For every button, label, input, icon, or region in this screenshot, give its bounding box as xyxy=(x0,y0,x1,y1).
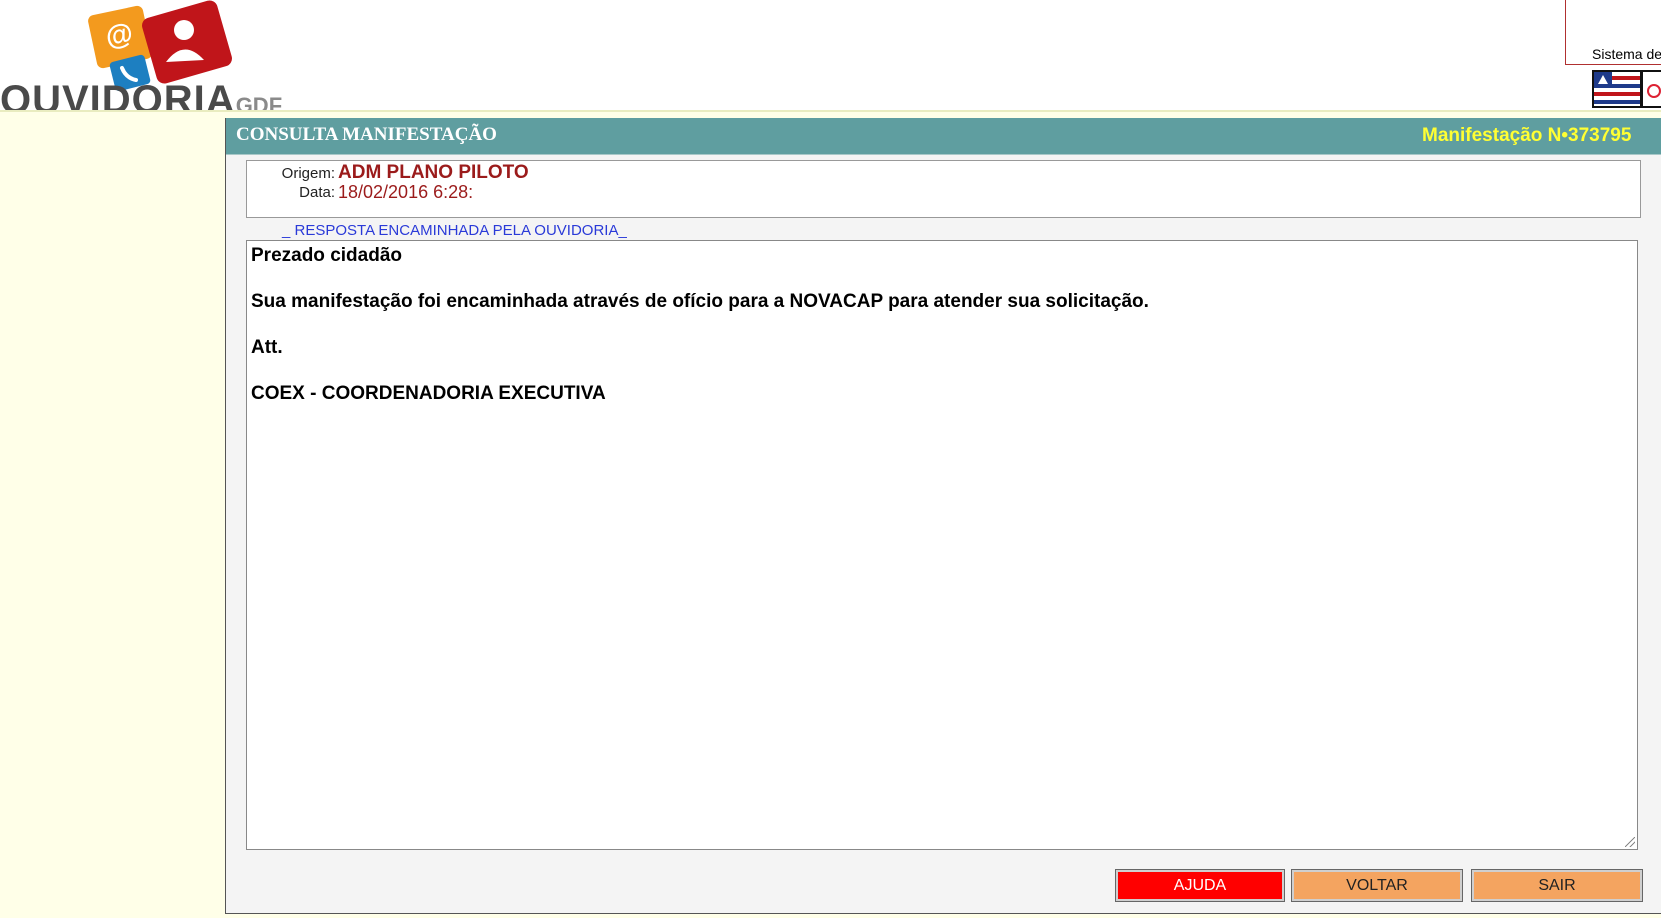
resize-grip-icon[interactable] xyxy=(1625,837,1635,847)
header-divider xyxy=(0,110,1661,112)
consulta-panel: CONSULTA MANIFESTAÇÃO Manifestação N•373… xyxy=(225,118,1661,914)
exit-button[interactable]: SAIR xyxy=(1471,869,1643,902)
bahia-flag-icon[interactable] xyxy=(1592,70,1642,108)
info-box: Origem: ADM PLANO PILOTO Data: 18/02/201… xyxy=(246,160,1641,218)
page-title: CONSULTA MANIFESTAÇÃO xyxy=(236,124,497,145)
secondary-flag-icon[interactable] xyxy=(1641,70,1661,108)
logo-text: OUVIDORIA xyxy=(0,78,236,110)
logo-suffix: GDF xyxy=(235,93,283,110)
top-banner: @ OUVIDORIAGDF Sistema de xyxy=(0,0,1661,110)
response-line: Sua manifestação foi encaminhada através… xyxy=(251,291,1149,312)
ouvidoria-logo: @ OUVIDORIAGDF xyxy=(0,0,300,110)
response-line: Prezado cidadão xyxy=(251,245,402,266)
origem-value: ADM PLANO PILOTO xyxy=(338,162,529,183)
panel-header: CONSULTA MANIFESTAÇÃO Manifestação N•373… xyxy=(226,118,1661,155)
back-button[interactable]: VOLTAR xyxy=(1291,869,1463,902)
system-label: Sistema de xyxy=(1592,46,1661,62)
response-line: COEX - COORDENADORIA EXECUTIVA xyxy=(251,383,606,404)
data-label: Data: xyxy=(299,184,335,201)
data-value: 18/02/2016 6:28: xyxy=(338,182,474,202)
logo-wordmark: OUVIDORIAGDF xyxy=(0,78,282,110)
response-line: Att. xyxy=(251,337,283,358)
help-button[interactable]: AJUDA xyxy=(1115,869,1285,902)
origem-label: Origem: xyxy=(281,165,335,182)
manifestation-number: Manifestação N•373795 xyxy=(1422,125,1632,146)
resposta-link[interactable]: _ RESPOSTA ENCAMINHADA PELA OUVIDORIA_ xyxy=(282,222,627,239)
response-textarea[interactable]: Prezado cidadão Sua manifestação foi enc… xyxy=(246,240,1638,850)
